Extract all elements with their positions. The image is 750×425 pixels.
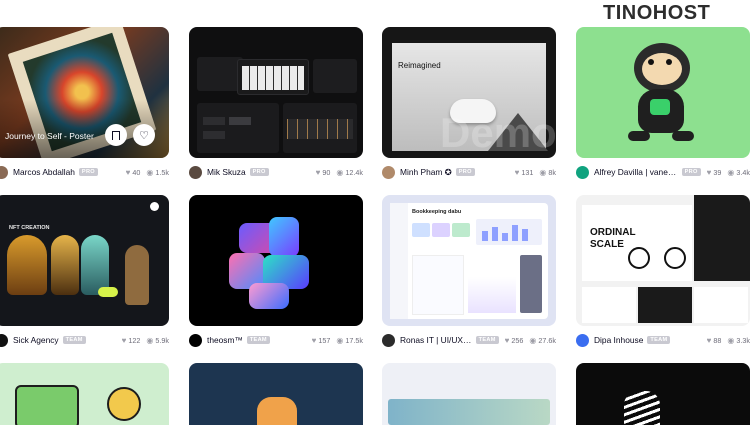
pro-badge[interactable]: PRO [249, 168, 269, 176]
shot-thumbnail[interactable] [189, 363, 363, 425]
heart-icon: ♥ [514, 167, 520, 177]
hero-line-1: ORDINAL [590, 227, 636, 238]
eye-icon: ◉ [336, 335, 344, 345]
view-count: 1.5k [155, 167, 169, 177]
view-count: 12.4k [345, 167, 363, 177]
author-name[interactable]: Sick Agency [13, 335, 59, 345]
view-count: 3.4k [736, 167, 750, 177]
team-badge[interactable]: TEAM [475, 336, 499, 344]
eye-icon: ◉ [146, 167, 154, 177]
avatar[interactable] [382, 333, 395, 347]
avatar[interactable] [189, 333, 202, 347]
pro-badge[interactable]: PRO [681, 168, 701, 176]
eye-icon: ◉ [336, 167, 344, 177]
author-name[interactable]: Ronas IT | UI/UX T... [400, 335, 472, 345]
author-name[interactable]: Alfrey Davilla | vaneltia [594, 167, 678, 177]
eye-icon: ◉ [539, 167, 547, 177]
shot-thumbnail[interactable] [189, 195, 363, 326]
shot-thumbnail[interactable] [576, 363, 750, 425]
author-name[interactable]: theosm™ [207, 335, 243, 345]
like-count: 40 [132, 167, 141, 177]
heart-icon: ♥ [315, 167, 321, 177]
bookmark-icon [112, 130, 120, 140]
like-count: 157 [318, 335, 331, 345]
author-name[interactable]: Dipa Inhouse [594, 335, 643, 345]
view-count: 3.3k [736, 335, 750, 345]
shot-thumbnail[interactable]: ORDINAL SCALE [576, 195, 750, 326]
heart-icon: ♥ [311, 335, 317, 345]
heart-icon: ♥ [125, 167, 131, 177]
like-count: 122 [128, 335, 141, 345]
team-badge[interactable]: TEAM [647, 336, 671, 344]
heart-icon: ♥ [121, 335, 127, 345]
avatar[interactable] [576, 165, 589, 179]
pro-badge[interactable]: PRO [78, 168, 98, 176]
like-count: 256 [511, 335, 524, 345]
hero-line-2: SCALE [590, 239, 624, 250]
heart-icon: ♡ [139, 129, 149, 142]
author-name[interactable]: Minh Pham ✪ [400, 167, 452, 177]
like-count: 88 [713, 335, 722, 345]
eye-icon: ◉ [727, 335, 735, 345]
shot-thumbnail[interactable]: Bookkeeping dabu [382, 195, 556, 326]
avatar[interactable] [0, 165, 8, 179]
view-count: 27.6k [538, 335, 556, 345]
heart-icon: ♥ [706, 335, 712, 345]
avatar[interactable] [0, 333, 8, 347]
shot-thumbnail[interactable] [0, 363, 169, 425]
watermark-text: Demo [440, 109, 556, 156]
heart-icon: ♥ [504, 335, 510, 345]
shot-thumbnail[interactable] [576, 27, 750, 158]
avatar[interactable] [576, 333, 589, 347]
shot-overlay-title: Journey to Self - Poster [5, 131, 94, 141]
eye-icon: ◉ [529, 335, 537, 345]
avatar[interactable] [382, 165, 395, 179]
eye-icon: ◉ [146, 335, 154, 345]
shot-thumbnail[interactable] [189, 27, 363, 158]
like-count: 131 [521, 167, 534, 177]
pro-badge[interactable]: PRO [455, 168, 475, 176]
view-count: 5.9k [155, 335, 169, 345]
dashboard-title: Bookkeeping dabu [412, 209, 462, 215]
like-count: 39 [713, 167, 722, 177]
site-logo[interactable]: TINOHOST [603, 2, 710, 25]
author-name[interactable]: Mik Skuza [207, 167, 246, 177]
team-badge[interactable]: TEAM [62, 336, 86, 344]
heart-icon: ♥ [706, 167, 712, 177]
team-badge[interactable]: TEAM [246, 336, 270, 344]
author-name[interactable]: Marcos Abdallah [13, 167, 75, 177]
shot-thumbnail[interactable] [382, 363, 556, 425]
shot-thumbnail[interactable]: Journey to Self - Poster ♡ [0, 27, 169, 158]
save-button[interactable] [105, 124, 127, 146]
shot-thumbnail[interactable]: Reimagined Demo [382, 27, 556, 158]
avatar[interactable] [189, 165, 202, 179]
like-button[interactable]: ♡ [133, 124, 155, 146]
nft-title: NFT CREATION [9, 225, 50, 231]
like-count: 90 [322, 167, 331, 177]
eye-icon: ◉ [727, 167, 735, 177]
shot-thumbnail[interactable]: NFT CREATION [0, 195, 169, 326]
view-count: 17.5k [345, 335, 363, 345]
view-count: 8k [548, 167, 556, 177]
hero-title: Reimagined [398, 61, 441, 70]
